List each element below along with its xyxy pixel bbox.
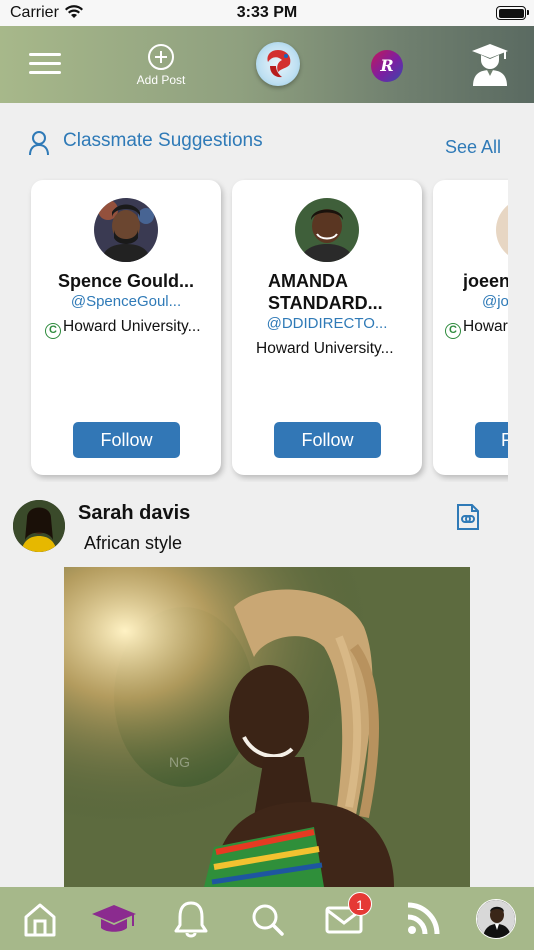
avatar[interactable] xyxy=(295,198,359,262)
post-text: African style xyxy=(84,533,183,553)
avatar[interactable] xyxy=(496,198,508,262)
home-icon[interactable] xyxy=(20,899,60,939)
share-link-icon[interactable] xyxy=(456,503,480,531)
suggestion-card[interactable]: AMANDA STANDARD... @DDIDIRECTO... Howard… xyxy=(232,180,422,475)
card-school: Howard University... xyxy=(256,340,394,357)
battery-icon xyxy=(496,6,529,20)
card-name: AMANDA STANDARD... xyxy=(268,271,383,313)
avatar[interactable] xyxy=(94,198,158,262)
add-post-label: Add Post xyxy=(136,73,186,87)
follow-button[interactable]: Follow xyxy=(274,422,381,458)
profile-avatar[interactable] xyxy=(476,899,516,939)
post-image[interactable]: NG xyxy=(64,567,470,887)
suggestions-carousel[interactable]: Spence Gould... @SpenceGoul... C Howard U… xyxy=(0,178,508,482)
card-school-label: Howar xyxy=(463,318,508,335)
bell-icon[interactable] xyxy=(171,899,211,939)
post-author-avatar[interactable] xyxy=(13,500,65,552)
graduate-user-icon[interactable] xyxy=(470,42,510,86)
suggestion-card[interactable]: Spence Gould... @SpenceGoul... C Howard U… xyxy=(31,180,221,475)
suggestions-header: Classmate Suggestions See All xyxy=(0,126,534,162)
card-handle[interactable]: @SpenceGoul... xyxy=(41,293,211,310)
image-watermark: NG xyxy=(169,754,190,770)
post-author-name[interactable]: Sarah davis xyxy=(78,502,190,525)
bottom-tab-bar xyxy=(0,887,534,950)
card-handle[interactable]: @jo xyxy=(482,293,508,310)
rss-icon[interactable] xyxy=(403,899,443,939)
top-header: Add Post R xyxy=(0,26,534,103)
add-post-icon xyxy=(148,44,174,70)
card-school: C Howard University... xyxy=(45,318,213,339)
card-school-label: Howard University... xyxy=(63,318,201,335)
status-bar: Carrier 3:33 PM xyxy=(0,0,534,26)
suggestions-title: Classmate Suggestions xyxy=(63,130,263,151)
user-icon xyxy=(29,131,49,156)
card-school: C Howar xyxy=(445,318,508,339)
app-logo[interactable] xyxy=(256,42,300,86)
add-post-button[interactable]: Add Post xyxy=(130,44,192,88)
see-all-link[interactable]: See All xyxy=(445,137,501,158)
suggestion-card[interactable]: joeen @jo C Howar F xyxy=(433,180,508,475)
graduation-cap-icon[interactable] xyxy=(90,899,138,939)
card-name: joeen xyxy=(463,271,508,291)
follow-button[interactable]: F xyxy=(475,422,508,458)
card-name: Spence Gould... xyxy=(57,271,195,291)
verified-icon: C xyxy=(45,323,61,339)
verified-icon: C xyxy=(445,323,461,339)
r-badge[interactable]: R xyxy=(371,50,403,82)
menu-icon[interactable] xyxy=(29,53,61,75)
status-time: 3:33 PM xyxy=(236,4,298,21)
search-icon[interactable] xyxy=(247,899,287,939)
mail-badge: 1 xyxy=(348,892,372,916)
card-handle[interactable]: @DDIDIRECTO... xyxy=(242,315,412,332)
follow-button[interactable]: Follow xyxy=(73,422,180,458)
